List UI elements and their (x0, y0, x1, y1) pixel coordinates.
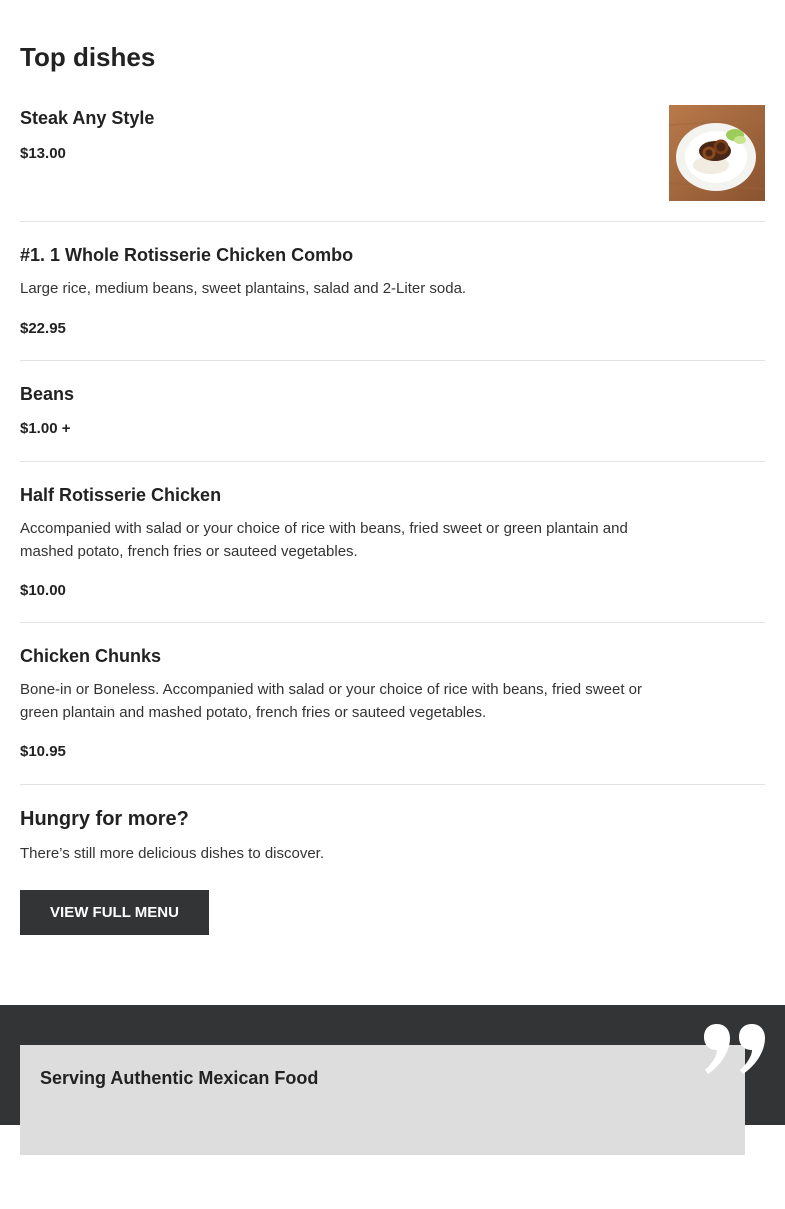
dish-name: Beans (20, 384, 75, 404)
section-title: Top dishes (20, 42, 156, 72)
dish-item-chicken-chunks[interactable]: Chicken Chunks Bone-in or Boneless. Acco… (20, 623, 765, 785)
dish-description: Accompanied with salad or your choice of… (20, 520, 628, 560)
dish-image (669, 105, 765, 201)
dish-item-whole-chicken-combo[interactable]: #1. 1 Whole Rotisserie Chicken Combo Lar… (20, 222, 765, 361)
dish-item-half-chicken[interactable]: Half Rotisserie Chicken Accompanied with… (20, 462, 765, 623)
dish-name: Chicken Chunks (20, 646, 162, 666)
more-text: There’s still more delicious dishes to d… (20, 845, 325, 862)
view-full-menu-button[interactable]: VIEW FULL MENU (20, 890, 209, 935)
dish-price: $1.00 + (20, 420, 71, 437)
dish-price: $10.95 (20, 743, 66, 760)
dish-description: Large rice, medium beans, sweet plantain… (20, 280, 467, 297)
dish-name: #1. 1 Whole Rotisserie Chicken Combo (20, 245, 354, 265)
dish-name: Steak Any Style (20, 108, 155, 128)
more-title: Hungry for more? (20, 808, 189, 830)
dish-description: Bone-in or Boneless. Accompanied with sa… (20, 681, 642, 721)
quote-icon (703, 1022, 767, 1078)
dish-item-beans[interactable]: Beans $1.00 + (20, 361, 765, 462)
dish-item-steak[interactable]: Steak Any Style $13.00 (20, 105, 765, 222)
testimonial-card: Serving Authentic Mexican Food (20, 1045, 745, 1155)
dish-price: $10.00 (20, 582, 66, 599)
dish-price: $22.95 (20, 320, 66, 337)
dish-name: Half Rotisserie Chicken (20, 485, 222, 505)
testimonial-title: Serving Authentic Mexican Food (40, 1068, 319, 1088)
dish-price: $13.00 (20, 145, 66, 162)
